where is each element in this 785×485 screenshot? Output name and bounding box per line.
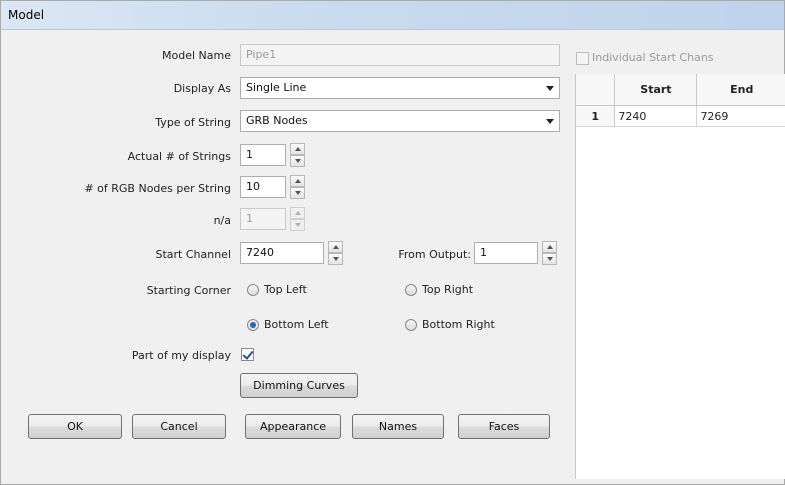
- spin-down-icon[interactable]: [290, 187, 305, 199]
- channel-grid[interactable]: Start End 1 7240 7269: [575, 74, 785, 479]
- nodes-per-string-input[interactable]: 10: [240, 176, 286, 198]
- ok-button[interactable]: OK: [28, 414, 122, 439]
- radio-selected-icon: [247, 318, 259, 331]
- radio-circle-icon: [405, 283, 417, 296]
- title-bar[interactable]: Model: [1, 1, 784, 30]
- cell-start[interactable]: 7240: [614, 105, 698, 127]
- starting-corner-label: Starting Corner: [146, 284, 231, 297]
- start-channel-spinner[interactable]: [328, 241, 343, 265]
- cell-end[interactable]: 7269: [696, 105, 785, 127]
- channel-table: Start End 1 7240 7269: [576, 74, 785, 127]
- table-row: 1 7240 7269: [576, 105, 785, 127]
- appearance-button[interactable]: Appearance: [245, 414, 341, 439]
- part-of-display-label: Part of my display: [131, 349, 231, 362]
- grid-corner-cell: [576, 74, 616, 106]
- model-name-label: Model Name: [162, 49, 231, 62]
- display-as-value: Single Line: [246, 81, 307, 94]
- names-button[interactable]: Names: [352, 414, 444, 439]
- spin-down-icon[interactable]: [328, 253, 343, 265]
- spin-up-icon[interactable]: [328, 241, 343, 253]
- spin-down-icon[interactable]: [542, 253, 557, 265]
- radio-circle-icon: [405, 318, 417, 331]
- radio-bottom-right[interactable]: Bottom Right: [405, 318, 495, 331]
- start-channel-label: Start Channel: [155, 248, 231, 261]
- model-dialog: Model Model Name Pipe1 Display As Single…: [0, 0, 785, 485]
- radio-bottom-left[interactable]: Bottom Left: [247, 318, 329, 331]
- display-as-label: Display As: [173, 82, 231, 95]
- spin-down-icon: [290, 219, 305, 231]
- radio-bottom-right-label: Bottom Right: [422, 318, 495, 331]
- row-header[interactable]: 1: [576, 105, 616, 127]
- from-output-spinner[interactable]: [542, 241, 557, 265]
- radio-top-left-label: Top Left: [264, 283, 307, 296]
- spin-up-icon[interactable]: [542, 241, 557, 253]
- column-header-end[interactable]: End: [696, 74, 785, 106]
- display-as-select[interactable]: Single Line: [240, 77, 560, 99]
- na-label: n/a: [213, 214, 231, 227]
- na-spinner: [290, 207, 305, 231]
- radio-top-left[interactable]: Top Left: [247, 283, 307, 296]
- individual-start-chans-checkbox: [576, 52, 589, 65]
- actual-strings-input[interactable]: 1: [240, 144, 286, 166]
- type-of-string-label: Type of String: [155, 116, 231, 129]
- faces-button[interactable]: Faces: [458, 414, 550, 439]
- type-of-string-select[interactable]: GRB Nodes: [240, 110, 560, 132]
- from-output-label: From Output:: [398, 248, 471, 261]
- radio-bottom-left-label: Bottom Left: [264, 318, 329, 331]
- actual-strings-spinner[interactable]: [290, 143, 305, 167]
- chevron-down-icon: [546, 86, 554, 91]
- grid-header-row: Start End: [576, 74, 785, 106]
- part-of-display-checkbox[interactable]: [241, 348, 254, 361]
- checkmark-icon: [242, 348, 254, 360]
- spin-up-icon[interactable]: [290, 143, 305, 155]
- spin-down-icon[interactable]: [290, 155, 305, 167]
- spin-up-icon[interactable]: [290, 175, 305, 187]
- dimming-curves-button[interactable]: Dimming Curves: [240, 373, 358, 398]
- cancel-button[interactable]: Cancel: [132, 414, 226, 439]
- window-title: Model: [8, 8, 45, 22]
- radio-top-right[interactable]: Top Right: [405, 283, 473, 296]
- chevron-down-icon: [546, 119, 554, 124]
- radio-top-right-label: Top Right: [422, 283, 474, 296]
- type-of-string-value: GRB Nodes: [246, 114, 308, 127]
- nodes-per-string-spinner[interactable]: [290, 175, 305, 199]
- model-name-field: Pipe1: [240, 44, 560, 66]
- start-channel-input[interactable]: 7240: [240, 242, 324, 264]
- radio-circle-icon: [247, 283, 259, 296]
- actual-strings-label: Actual # of Strings: [127, 150, 231, 163]
- from-output-input[interactable]: 1: [474, 242, 538, 264]
- column-header-start[interactable]: Start: [614, 74, 698, 106]
- na-input: 1: [240, 208, 286, 230]
- nodes-per-string-label: # of RGB Nodes per String: [84, 182, 231, 195]
- spin-up-icon: [290, 207, 305, 219]
- individual-start-chans-label: Individual Start Chans: [592, 51, 714, 64]
